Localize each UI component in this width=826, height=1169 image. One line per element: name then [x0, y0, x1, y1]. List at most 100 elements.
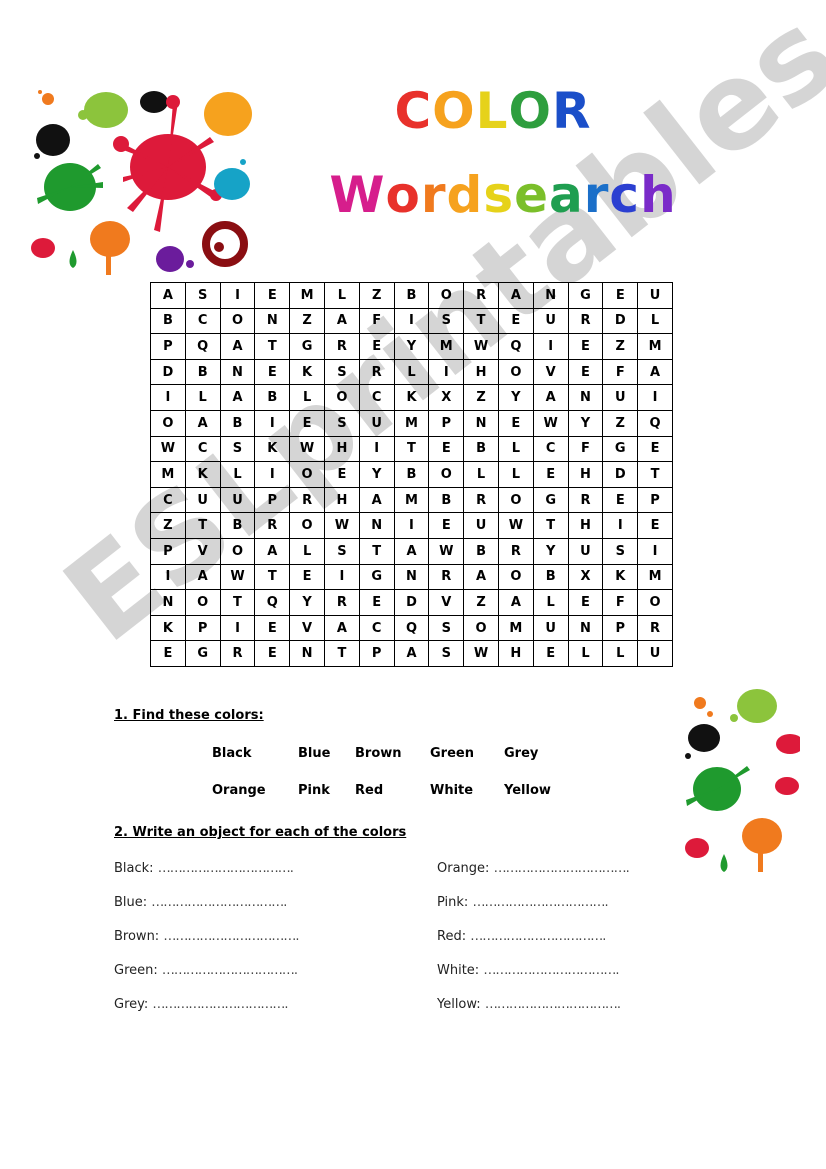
answer-blank[interactable]: ……………………………. [151, 895, 287, 910]
grid-cell[interactable]: P [150, 537, 186, 565]
grid-cell[interactable]: Z [289, 307, 325, 335]
grid-cell[interactable]: U [637, 282, 673, 309]
grid-cell[interactable]: Z [463, 384, 499, 411]
grid-cell[interactable]: V [532, 358, 569, 386]
grid-cell[interactable]: R [289, 486, 325, 514]
grid-cell[interactable]: V [184, 537, 221, 565]
grid-cell[interactable]: W [219, 563, 256, 591]
grid-cell[interactable]: C [150, 486, 186, 514]
grid-cell[interactable]: C [532, 435, 569, 463]
grid-cell[interactable]: G [567, 282, 604, 309]
grid-cell[interactable]: R [567, 307, 604, 335]
answer-line[interactable]: Brown: ……………………………. [114, 929, 299, 944]
grid-cell[interactable]: B [254, 384, 291, 411]
answer-line[interactable]: Blue: ……………………………. [114, 895, 287, 910]
grid-cell[interactable]: U [567, 537, 604, 565]
grid-cell[interactable]: A [637, 358, 673, 386]
grid-cell[interactable]: F [602, 358, 639, 386]
grid-cell[interactable]: S [184, 282, 221, 309]
grid-cell[interactable]: O [428, 461, 465, 488]
grid-cell[interactable]: M [150, 461, 186, 488]
grid-cell[interactable]: N [463, 409, 499, 437]
grid-cell[interactable]: D [602, 461, 639, 488]
grid-cell[interactable]: R [219, 640, 256, 667]
grid-cell[interactable]: P [428, 409, 465, 437]
grid-cell[interactable]: Y [532, 537, 569, 565]
grid-cell[interactable]: R [428, 563, 465, 591]
grid-cell[interactable]: H [323, 435, 360, 463]
grid-cell[interactable]: H [323, 486, 360, 514]
grid-cell[interactable]: W [428, 537, 465, 565]
answer-blank[interactable]: ……………………………. [470, 929, 606, 944]
answer-line[interactable]: Green: ……………………………. [114, 963, 298, 978]
answer-blank[interactable]: ……………………………. [494, 861, 630, 876]
grid-cell[interactable]: E [567, 358, 604, 386]
grid-cell[interactable]: A [323, 307, 360, 335]
grid-cell[interactable]: R [358, 358, 395, 386]
grid-cell[interactable]: T [393, 435, 430, 463]
grid-cell[interactable]: O [428, 282, 465, 309]
grid-cell[interactable]: P [637, 486, 673, 514]
grid-cell[interactable]: O [289, 512, 325, 539]
grid-cell[interactable]: X [428, 384, 465, 411]
grid-cell[interactable]: F [358, 307, 395, 335]
grid-cell[interactable]: F [567, 435, 604, 463]
grid-cell[interactable]: Y [289, 589, 325, 616]
grid-cell[interactable]: K [150, 614, 186, 642]
grid-cell[interactable]: T [254, 563, 291, 591]
grid-cell[interactable]: W [463, 640, 499, 667]
grid-cell[interactable]: Z [602, 333, 639, 360]
grid-cell[interactable]: R [567, 486, 604, 514]
grid-cell[interactable]: R [254, 512, 291, 539]
grid-cell[interactable]: Y [358, 461, 395, 488]
grid-cell[interactable]: S [428, 307, 465, 335]
grid-cell[interactable]: K [254, 435, 291, 463]
grid-cell[interactable]: R [637, 614, 673, 642]
grid-cell[interactable]: N [393, 563, 430, 591]
grid-cell[interactable]: T [254, 333, 291, 360]
grid-cell[interactable]: I [323, 563, 360, 591]
grid-cell[interactable]: L [393, 358, 430, 386]
grid-cell[interactable]: I [219, 614, 256, 642]
answer-line[interactable]: Orange: ……………………………. [437, 861, 630, 876]
grid-cell[interactable]: I [602, 512, 639, 539]
grid-cell[interactable]: P [184, 614, 221, 642]
grid-cell[interactable]: M [289, 282, 325, 309]
grid-cell[interactable]: U [219, 486, 256, 514]
grid-cell[interactable]: B [463, 537, 499, 565]
grid-cell[interactable]: R [463, 486, 499, 514]
grid-cell[interactable]: P [150, 333, 186, 360]
answer-line[interactable]: Black: ……………………………. [114, 861, 294, 876]
grid-cell[interactable]: T [532, 512, 569, 539]
grid-cell[interactable]: B [532, 563, 569, 591]
grid-cell[interactable]: Y [497, 384, 534, 411]
grid-cell[interactable]: Q [497, 333, 534, 360]
grid-cell[interactable]: S [219, 435, 256, 463]
grid-cell[interactable]: H [463, 358, 499, 386]
grid-cell[interactable]: Q [184, 333, 221, 360]
grid-cell[interactable]: Y [567, 409, 604, 437]
grid-cell[interactable]: E [358, 333, 395, 360]
grid-cell[interactable]: N [219, 358, 256, 386]
grid-cell[interactable]: E [150, 640, 186, 667]
grid-cell[interactable]: E [254, 282, 291, 309]
grid-cell[interactable]: A [150, 282, 186, 309]
grid-cell[interactable]: M [637, 333, 673, 360]
grid-cell[interactable]: A [358, 486, 395, 514]
grid-cell[interactable]: T [637, 461, 673, 488]
grid-cell[interactable]: M [393, 409, 430, 437]
grid-cell[interactable]: E [289, 563, 325, 591]
grid-cell[interactable]: I [393, 512, 430, 539]
answer-blank[interactable]: ……………………………. [483, 963, 619, 978]
grid-cell[interactable]: E [602, 486, 639, 514]
grid-cell[interactable]: B [393, 282, 430, 309]
grid-cell[interactable]: G [184, 640, 221, 667]
grid-cell[interactable]: L [497, 435, 534, 463]
grid-cell[interactable]: G [289, 333, 325, 360]
grid-cell[interactable]: R [497, 537, 534, 565]
grid-cell[interactable]: A [393, 640, 430, 667]
grid-cell[interactable]: O [219, 537, 256, 565]
grid-cell[interactable]: O [497, 486, 534, 514]
grid-cell[interactable]: T [323, 640, 360, 667]
grid-cell[interactable]: L [463, 461, 499, 488]
